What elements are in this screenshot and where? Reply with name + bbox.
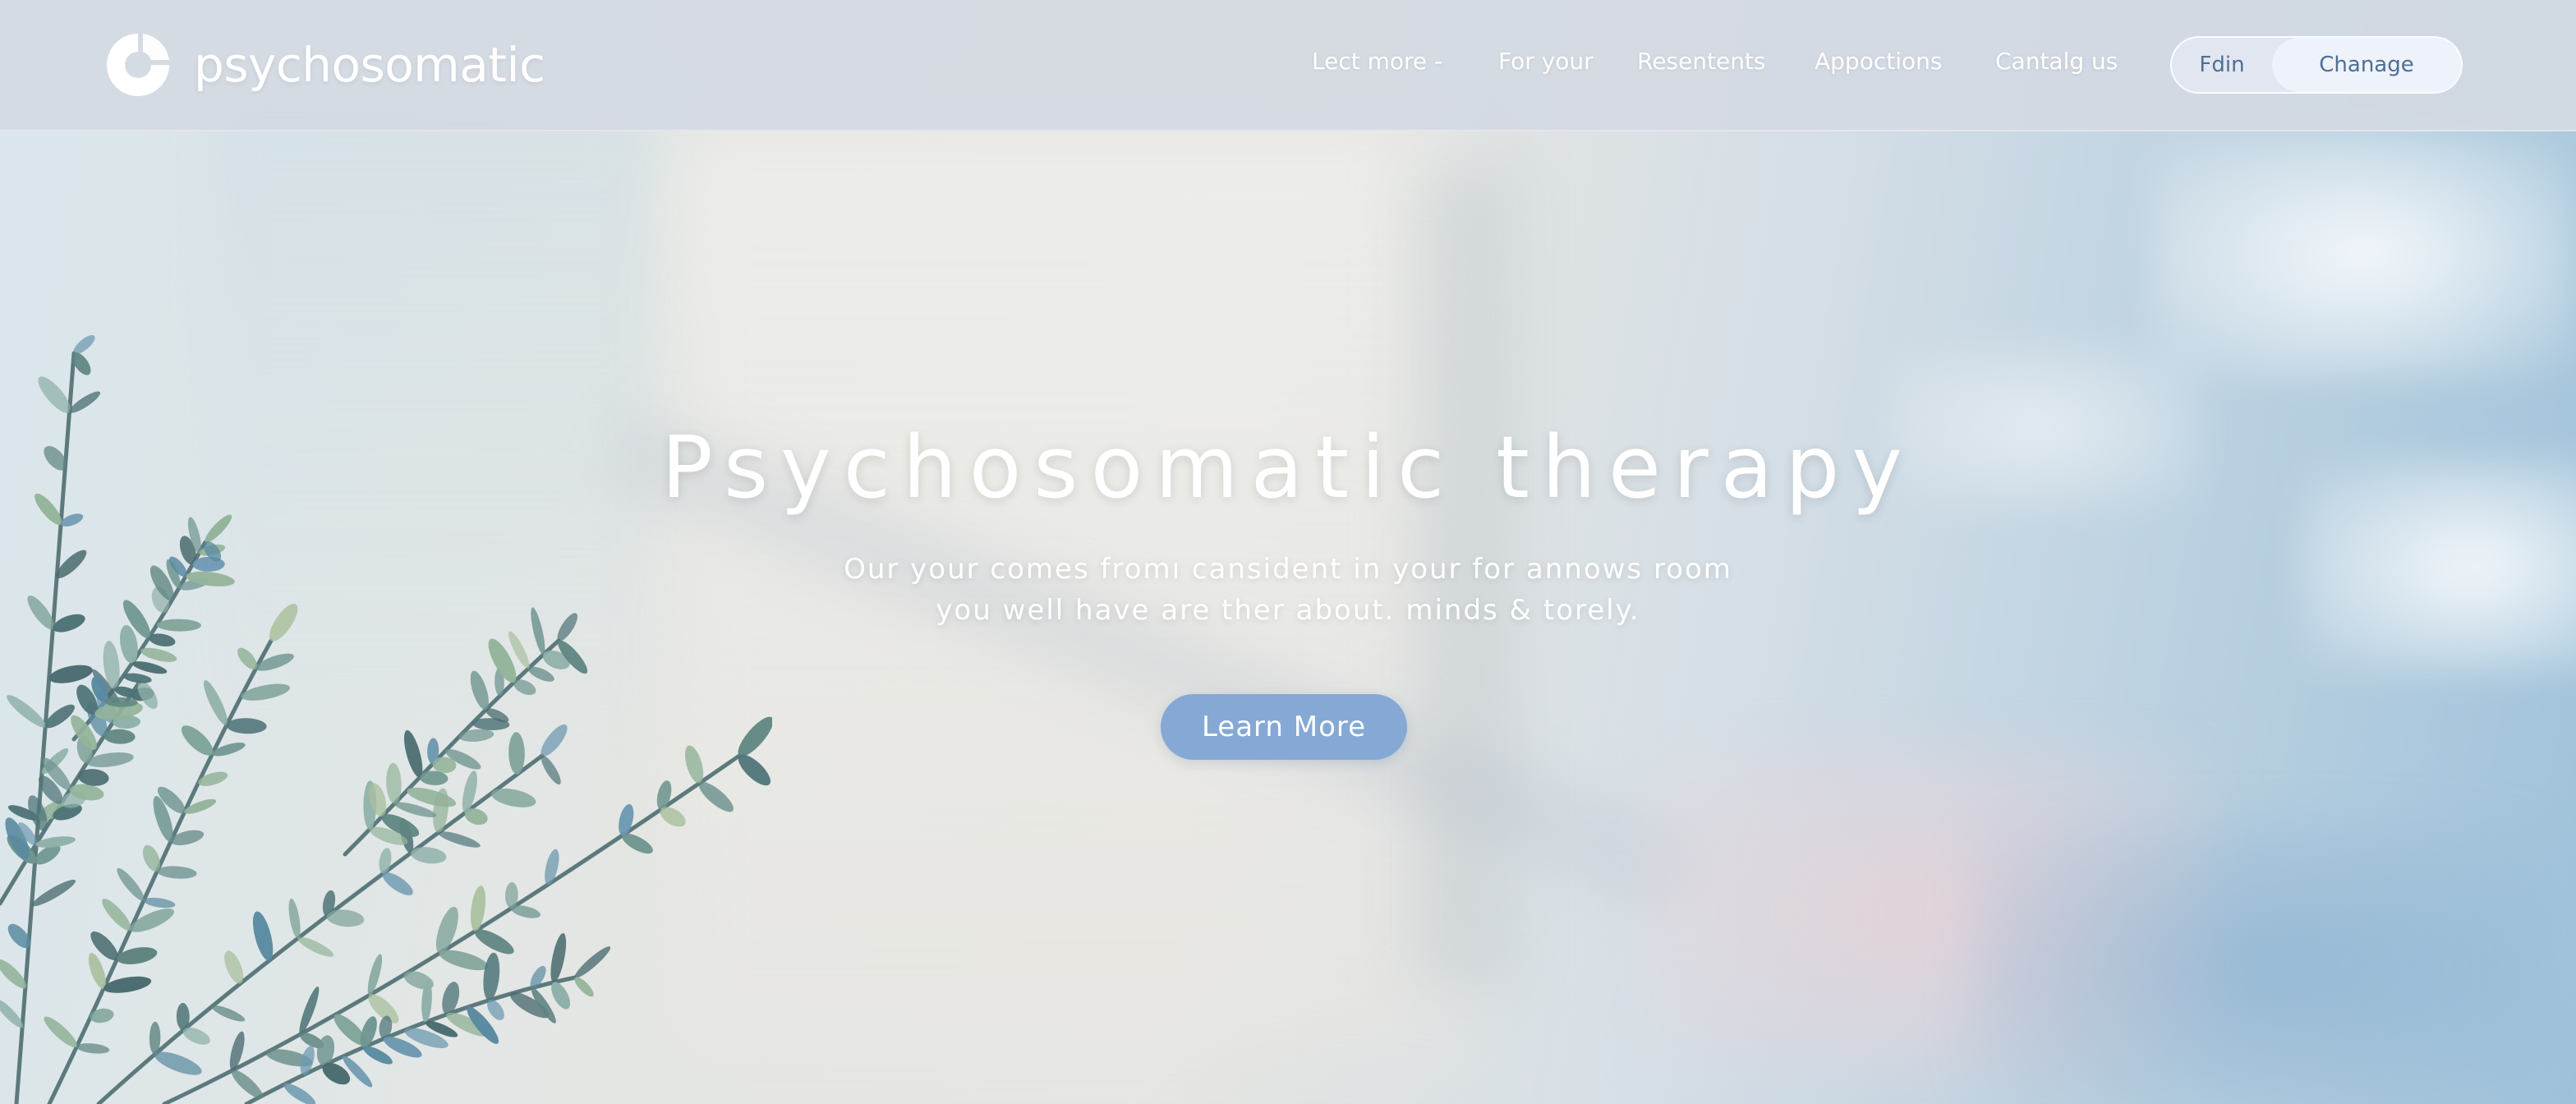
- plant-leaf: [462, 770, 477, 813]
- hero-subtitle: Our your comes fromı cansident in your f…: [631, 549, 1945, 631]
- plant-leaf: [382, 872, 413, 895]
- plant-leaf: [531, 607, 545, 655]
- brand-name: psychosomatic: [194, 37, 545, 93]
- logo[interactable]: psychosomatic: [104, 30, 545, 100]
- plant-leaf: [76, 1043, 110, 1054]
- plant-leaf: [656, 780, 672, 810]
- plant-leaf: [619, 803, 634, 836]
- plant-leaf: [540, 755, 561, 785]
- psychosomatic-logo-icon: [107, 34, 169, 96]
- plant-leaf: [154, 1051, 202, 1075]
- plant-leaf: [211, 1005, 246, 1022]
- plant-leaf: [231, 1070, 264, 1099]
- plant-leaf: [557, 613, 578, 642]
- hero-subtitle-line-1: Our your comes fromı cansident in your f…: [844, 553, 1732, 586]
- plant-leaf: [508, 732, 525, 775]
- plant-leaf: [483, 952, 500, 1000]
- plant-leaf: [698, 781, 734, 812]
- plant-leaf: [7, 695, 46, 728]
- plant-leaf: [545, 849, 559, 886]
- plant-leaf: [176, 1002, 190, 1031]
- hero-title: Psychosomatic therapy: [661, 417, 1915, 518]
- plant-leaf: [140, 647, 177, 662]
- plant-leaf: [403, 729, 423, 778]
- plant-leaf: [252, 911, 274, 961]
- nav-learn-more[interactable]: Lect more -: [1312, 48, 1442, 75]
- plant-leaf: [143, 897, 176, 908]
- nav-appoctions[interactable]: Appoctions: [1815, 48, 1942, 75]
- plant-leaf: [297, 936, 334, 957]
- header-toggle: Fdin Chanage: [2170, 36, 2463, 94]
- nav-contact-us[interactable]: Cantalg us: [1995, 48, 2118, 75]
- toggle-fdin-button[interactable]: Fdin: [2172, 38, 2272, 92]
- plant-leaf: [204, 680, 228, 726]
- plant-leaf: [31, 879, 76, 907]
- site-header: psychosomatic Lect more - For your Resen…: [0, 0, 2576, 131]
- plant-leaf: [205, 514, 232, 543]
- plant-leaf: [574, 946, 611, 978]
- pink-glow: [1643, 739, 2218, 1084]
- nav-resentents[interactable]: Resentents: [1637, 48, 1766, 75]
- plant-leaf: [288, 898, 301, 939]
- toggle-chanage-button[interactable]: Chanage: [2272, 38, 2461, 92]
- plant-leaf: [438, 831, 481, 848]
- plant-leaf: [48, 665, 93, 683]
- plant-leaf: [738, 754, 771, 786]
- plant-leaf: [435, 906, 458, 954]
- plant-leaf: [540, 724, 568, 757]
- hero-subtitle-line-2: you well have are ther about. minds & to…: [936, 594, 1640, 627]
- plant-leaf: [550, 932, 567, 983]
- learn-more-button[interactable]: Learn More: [1161, 694, 1407, 760]
- nav-for-your[interactable]: For your: [1498, 48, 1594, 75]
- landing-page: psychosomatic Lect more - For your Resen…: [0, 0, 2576, 1104]
- plant-leaf: [269, 604, 298, 642]
- plant-leaf: [102, 899, 131, 931]
- plant-leaf: [156, 619, 201, 632]
- plant-leaf: [226, 718, 267, 734]
- plant-leaf: [53, 614, 85, 632]
- cloud: [2300, 460, 2576, 674]
- plant-leaf: [44, 1016, 77, 1048]
- plant-leaf: [283, 1083, 316, 1104]
- plant-leaf: [157, 866, 197, 879]
- cloud: [2152, 131, 2576, 378]
- plant-leaf: [117, 867, 145, 901]
- plant-leaf: [181, 725, 214, 756]
- plant-leaf: [574, 977, 594, 997]
- plant-leaf: [738, 716, 772, 757]
- sky-patch: [1971, 821, 2546, 1104]
